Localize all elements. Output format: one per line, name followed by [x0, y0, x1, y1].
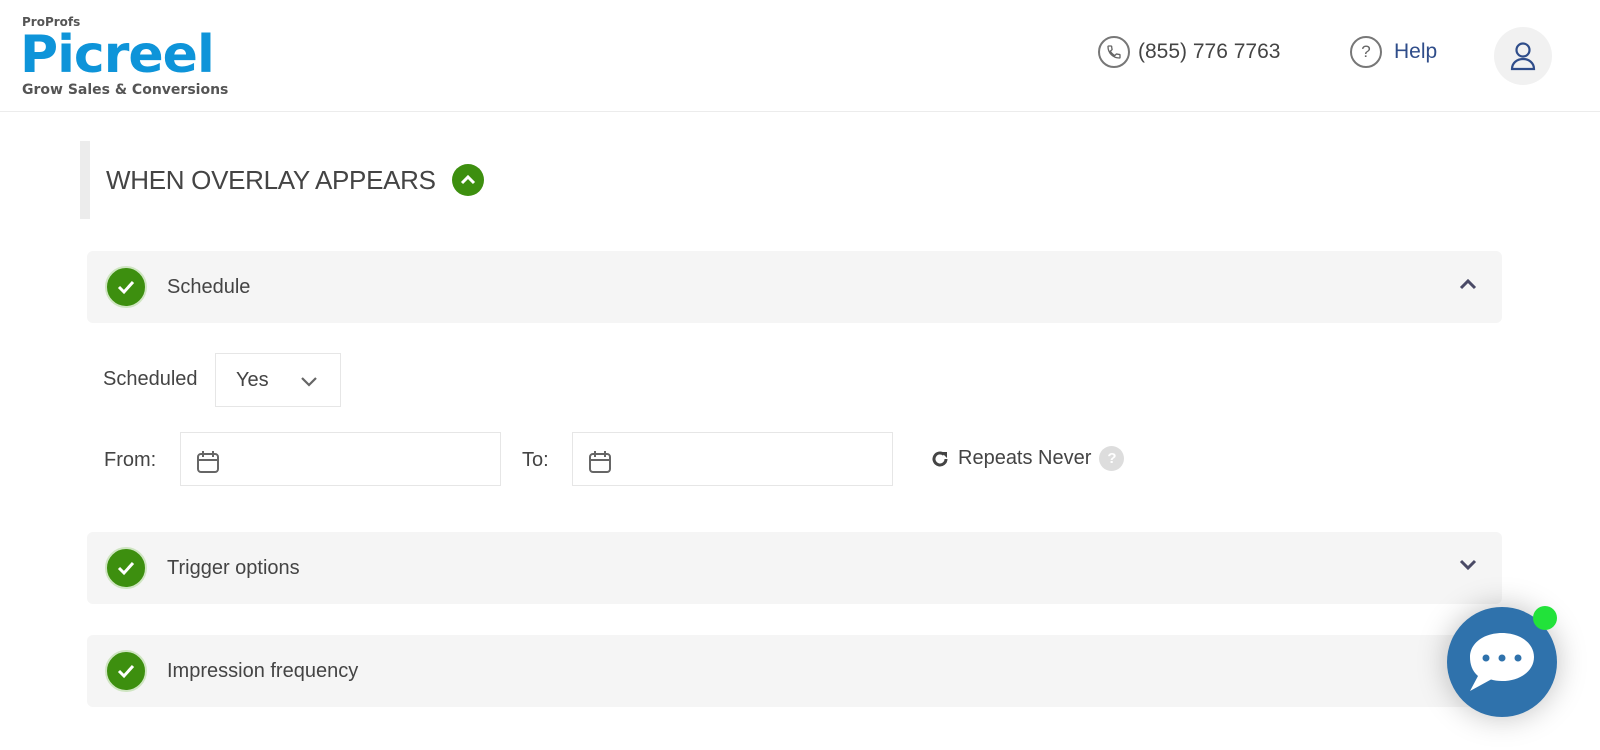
question-icon: ? [1350, 36, 1382, 68]
check-icon [105, 547, 147, 589]
help-link[interactable]: ? Help [1350, 36, 1437, 68]
scheduled-select[interactable]: Yes [215, 353, 341, 407]
phone-icon [1098, 36, 1130, 68]
chat-bubble-icon [1470, 633, 1534, 691]
check-icon [105, 266, 147, 308]
calendar-icon [197, 451, 219, 473]
to-label: To: [522, 449, 549, 471]
chevron-down-icon [301, 377, 317, 387]
online-status-indicator [1533, 606, 1557, 630]
chevron-up-icon [1459, 278, 1477, 290]
phone-number: (855) 776 7763 [1138, 40, 1281, 63]
logo-tagline: Grow Sales & Conversions [22, 82, 229, 98]
section-title: WHEN OVERLAY APPEARS [106, 164, 436, 195]
help-label: Help [1394, 40, 1438, 63]
header: ProProfs Picreel Grow Sales & Conversion… [0, 0, 1600, 112]
section-header: WHEN OVERLAY APPEARS [80, 141, 484, 219]
accordion-label: Trigger options [167, 556, 300, 579]
chevron-down-icon [1459, 559, 1477, 571]
repeats-label: Repeats Never [958, 447, 1092, 469]
check-icon [105, 650, 147, 692]
accordion-label: Schedule [167, 275, 251, 298]
from-label: From: [104, 449, 157, 471]
accordion-impression-frequency[interactable]: Impression frequency [87, 635, 1502, 707]
scheduled-label: Scheduled [103, 368, 198, 390]
accordion-trigger-options[interactable]: Trigger options [87, 532, 1502, 604]
logo-name: Picreel [20, 25, 215, 85]
accordion-label: Impression frequency [167, 659, 359, 682]
to-date-input[interactable] [572, 432, 893, 486]
collapse-section-button[interactable] [451, 164, 484, 196]
calendar-icon [589, 451, 611, 473]
user-icon [1510, 42, 1536, 71]
refresh-icon [932, 450, 948, 466]
chevron-up-icon [460, 174, 475, 185]
phone-link[interactable]: (855) 776 7763 [1098, 36, 1280, 68]
repeats-control[interactable]: Repeats Never ? [930, 446, 1125, 471]
help-tooltip-icon[interactable]: ? [1099, 446, 1125, 471]
scheduled-value: Yes [236, 368, 269, 391]
from-date-input[interactable] [180, 432, 501, 486]
accordion-schedule[interactable]: Schedule [87, 251, 1502, 323]
user-menu-button[interactable] [1494, 27, 1552, 85]
